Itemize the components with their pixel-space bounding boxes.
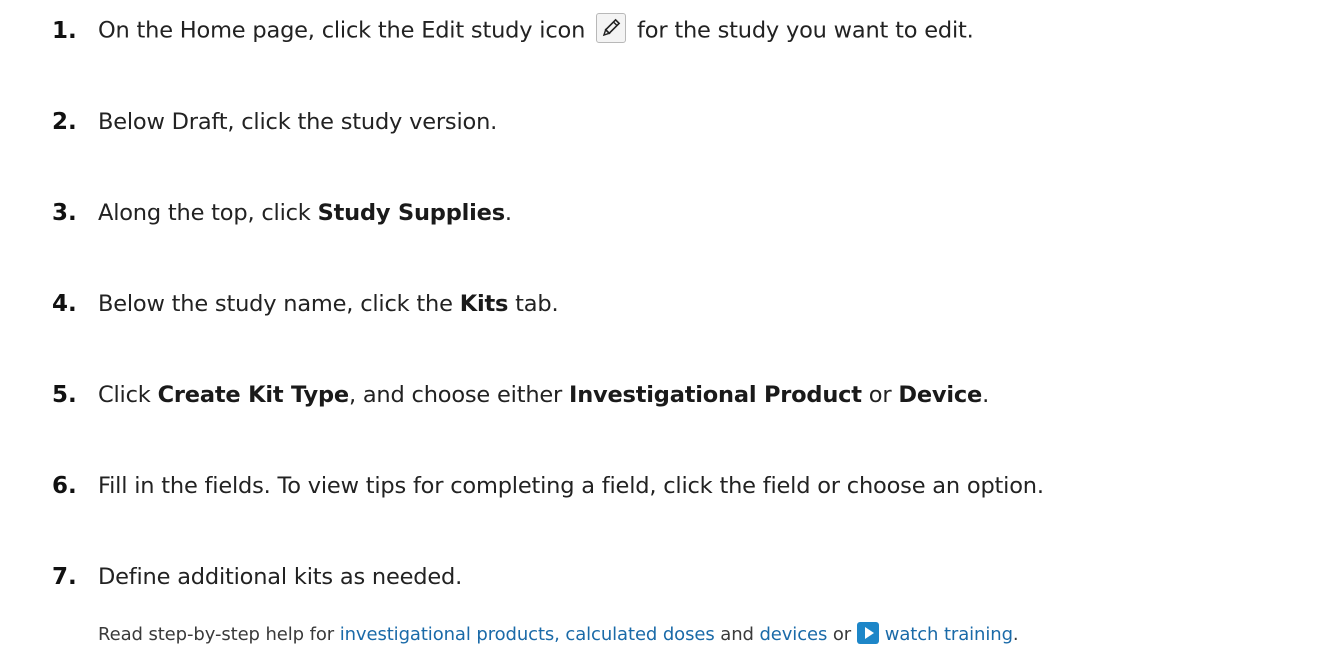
investigational-product-label: Investigational Product xyxy=(569,382,862,408)
step-7: 7. Define additional kits as needed. xyxy=(0,557,1333,597)
investigational-products-link[interactable]: investigational products, calculated dos… xyxy=(340,624,715,645)
study-supplies-label: Study Supplies xyxy=(317,200,505,226)
step-text: Below Draft, click the study version. xyxy=(98,109,498,135)
step-text: Below the study name, click the Kits tab… xyxy=(98,291,559,317)
watch-training-link[interactable]: watch training xyxy=(856,622,1013,645)
step-5: 5. Click Create Kit Type, and choose eit… xyxy=(0,375,1333,415)
edit-study-icon xyxy=(596,13,627,43)
step-number: 7. xyxy=(52,564,77,590)
step-text: Click Create Kit Type, and choose either… xyxy=(98,382,990,408)
step-4: 4. Below the study name, click the Kits … xyxy=(0,284,1333,324)
devices-link[interactable]: devices xyxy=(759,624,827,645)
step-text: On the Home page, click the Edit study i… xyxy=(98,13,974,46)
step-number: 2. xyxy=(52,109,77,135)
step-3: 3. Along the top, click Study Supplies. xyxy=(0,193,1333,233)
step-2: 2. Below Draft, click the study version. xyxy=(0,102,1333,142)
procedure-steps: 1. On the Home page, click the Edit stud… xyxy=(0,0,1333,672)
step-number: 5. xyxy=(52,382,77,408)
step-number: 1. xyxy=(52,18,77,44)
kits-tab-label: Kits xyxy=(459,291,509,317)
step-text: Fill in the fields. To view tips for com… xyxy=(98,473,1044,499)
help-links: Read step-by-step help for investigation… xyxy=(98,622,1019,645)
step-text: Along the top, click Study Supplies. xyxy=(98,200,512,226)
step-1: 1. On the Home page, click the Edit stud… xyxy=(0,11,1333,51)
video-play-icon xyxy=(856,622,879,644)
step-number: 4. xyxy=(52,291,77,317)
step-number: 3. xyxy=(52,200,77,226)
step-text: Define additional kits as needed. xyxy=(98,564,463,590)
step-number: 6. xyxy=(52,473,77,499)
device-label: Device xyxy=(898,382,983,408)
create-kit-type-label: Create Kit Type xyxy=(157,382,350,408)
step-6: 6. Fill in the fields. To view tips for … xyxy=(0,466,1333,506)
